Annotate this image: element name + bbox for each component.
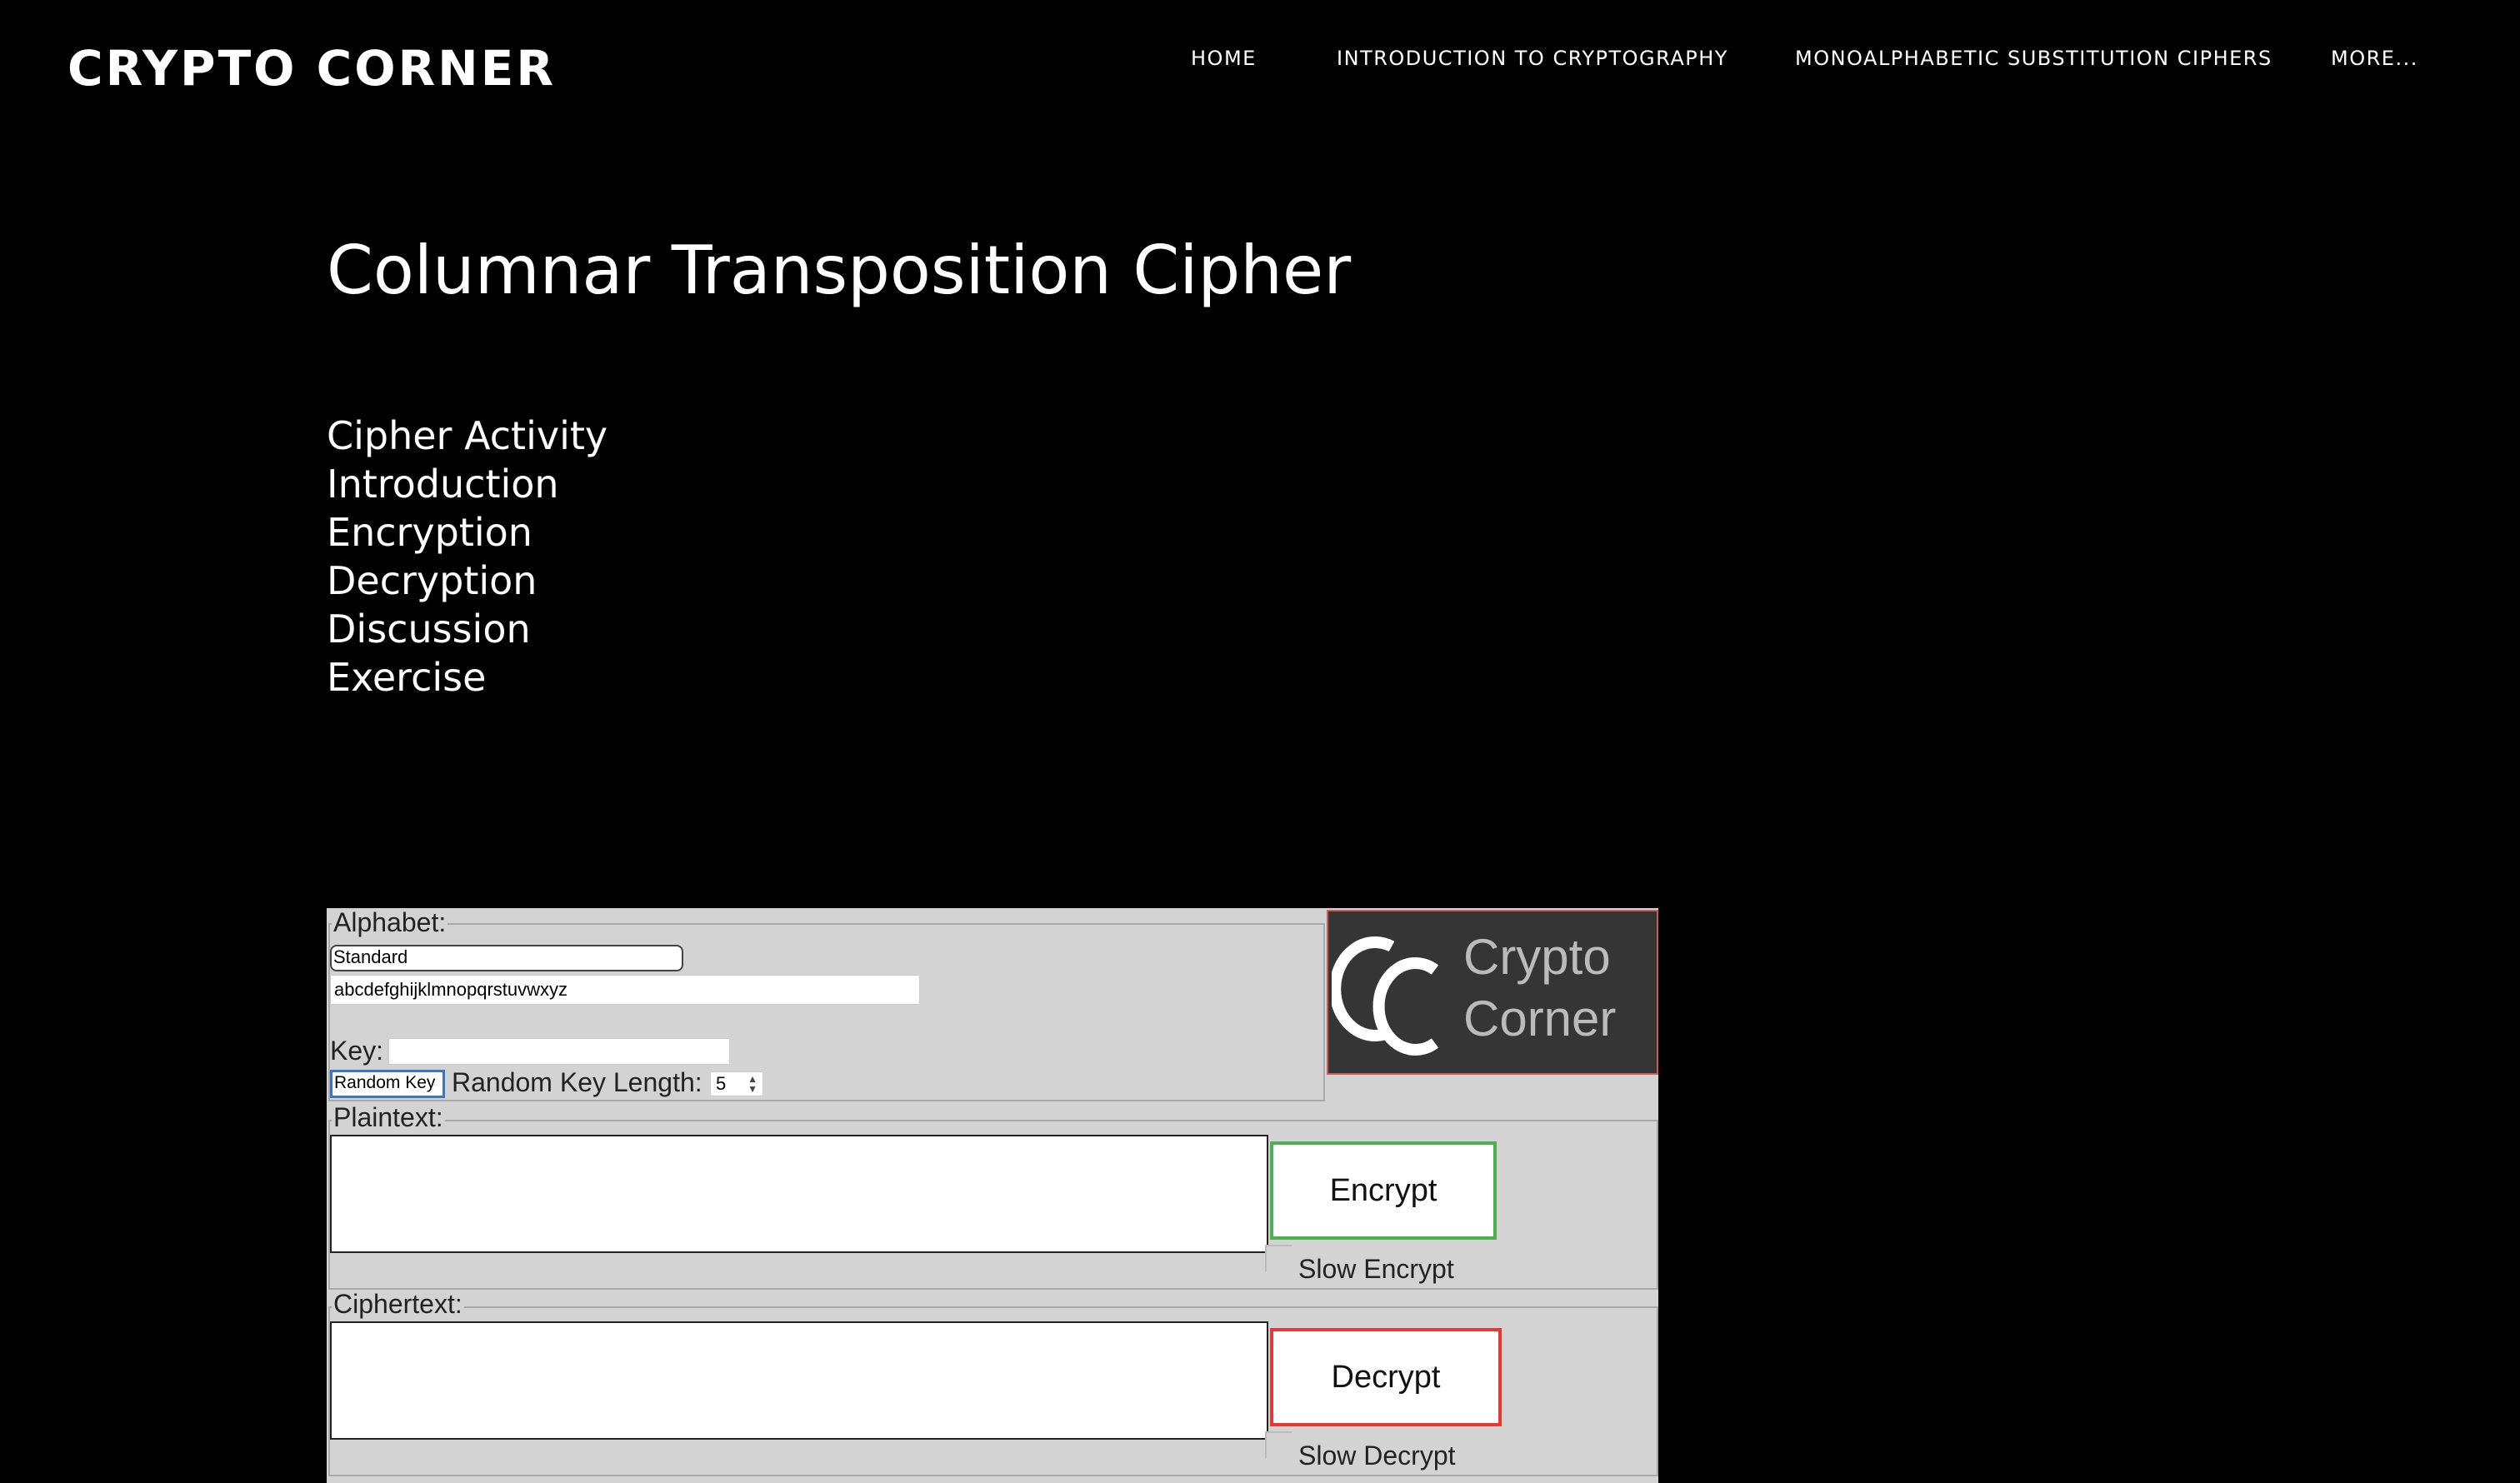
toc-link-introduction[interactable]: Introduction xyxy=(327,462,559,507)
key-label: Key: xyxy=(330,1036,384,1066)
toc-link-encryption[interactable]: Encryption xyxy=(327,510,532,555)
random-key-button[interactable]: Random Key xyxy=(330,1070,445,1098)
random-key-length-label: Random Key Length: xyxy=(452,1067,702,1097)
toc-item: Discussion xyxy=(327,605,608,653)
plaintext-textarea[interactable] xyxy=(330,1135,1268,1253)
slow-encrypt-checkbox[interactable] xyxy=(1265,1245,1292,1271)
toc-link-exercise[interactable]: Exercise xyxy=(327,655,486,700)
ciphertext-legend: Ciphertext: xyxy=(332,1289,464,1319)
nav-introduction[interactable]: INTRODUCTION TO CRYPTOGRAPHY xyxy=(1337,47,1728,70)
alphabet-select[interactable]: Standard xyxy=(330,945,683,971)
toc-item: Decryption xyxy=(327,557,608,605)
alphabet-legend: Alphabet: xyxy=(332,907,448,937)
slow-encrypt-label: Slow Encrypt xyxy=(1298,1254,1454,1284)
nav-home[interactable]: HOME xyxy=(1191,47,1257,70)
alphabet-field[interactable]: abcdefghijklmnopqrstuvwxyz xyxy=(330,975,920,1005)
ciphertext-textarea[interactable] xyxy=(330,1321,1268,1440)
slow-decrypt-checkbox[interactable] xyxy=(1265,1431,1292,1458)
toc-link-decryption[interactable]: Decryption xyxy=(327,558,537,603)
toc-item: Cipher Activity xyxy=(327,412,608,460)
encrypt-button[interactable]: Encrypt xyxy=(1270,1141,1497,1240)
random-key-length-stepper[interactable]: 5 ▲ ▼ xyxy=(710,1071,763,1096)
decrypt-button[interactable]: Decrypt xyxy=(1270,1328,1502,1426)
logo-text-line2: Corner xyxy=(1463,991,1617,1046)
nav-more[interactable]: MORE... xyxy=(2331,47,2418,70)
logo-text-line1: Crypto xyxy=(1463,929,1611,985)
nav-monoalphabetic[interactable]: MONOALPHABETIC SUBSTITUTION CIPHERS xyxy=(1795,47,2272,70)
key-input[interactable] xyxy=(388,1038,730,1065)
toc-item: Encryption xyxy=(327,508,608,557)
table-of-contents: Cipher Activity Introduction Encryption … xyxy=(327,412,608,702)
cc-monogram-icon xyxy=(1332,936,1439,1056)
crypto-corner-logo: Crypto Corner xyxy=(1327,910,1658,1075)
random-key-length-value: 5 xyxy=(716,1073,727,1094)
page-title: Columnar Transposition Cipher xyxy=(327,232,1352,309)
toc-link-cipher-activity[interactable]: Cipher Activity xyxy=(327,413,608,458)
slow-decrypt-label: Slow Decrypt xyxy=(1298,1441,1456,1471)
stepper-arrows-icon[interactable]: ▲ ▼ xyxy=(748,1074,758,1094)
top-nav: HOME INTRODUCTION TO CRYPTOGRAPHY MONOAL… xyxy=(0,47,2520,72)
toc-link-discussion[interactable]: Discussion xyxy=(327,607,531,652)
plaintext-legend: Plaintext: xyxy=(332,1102,445,1132)
toc-item: Exercise xyxy=(327,653,608,702)
toc-item: Introduction xyxy=(327,460,608,508)
